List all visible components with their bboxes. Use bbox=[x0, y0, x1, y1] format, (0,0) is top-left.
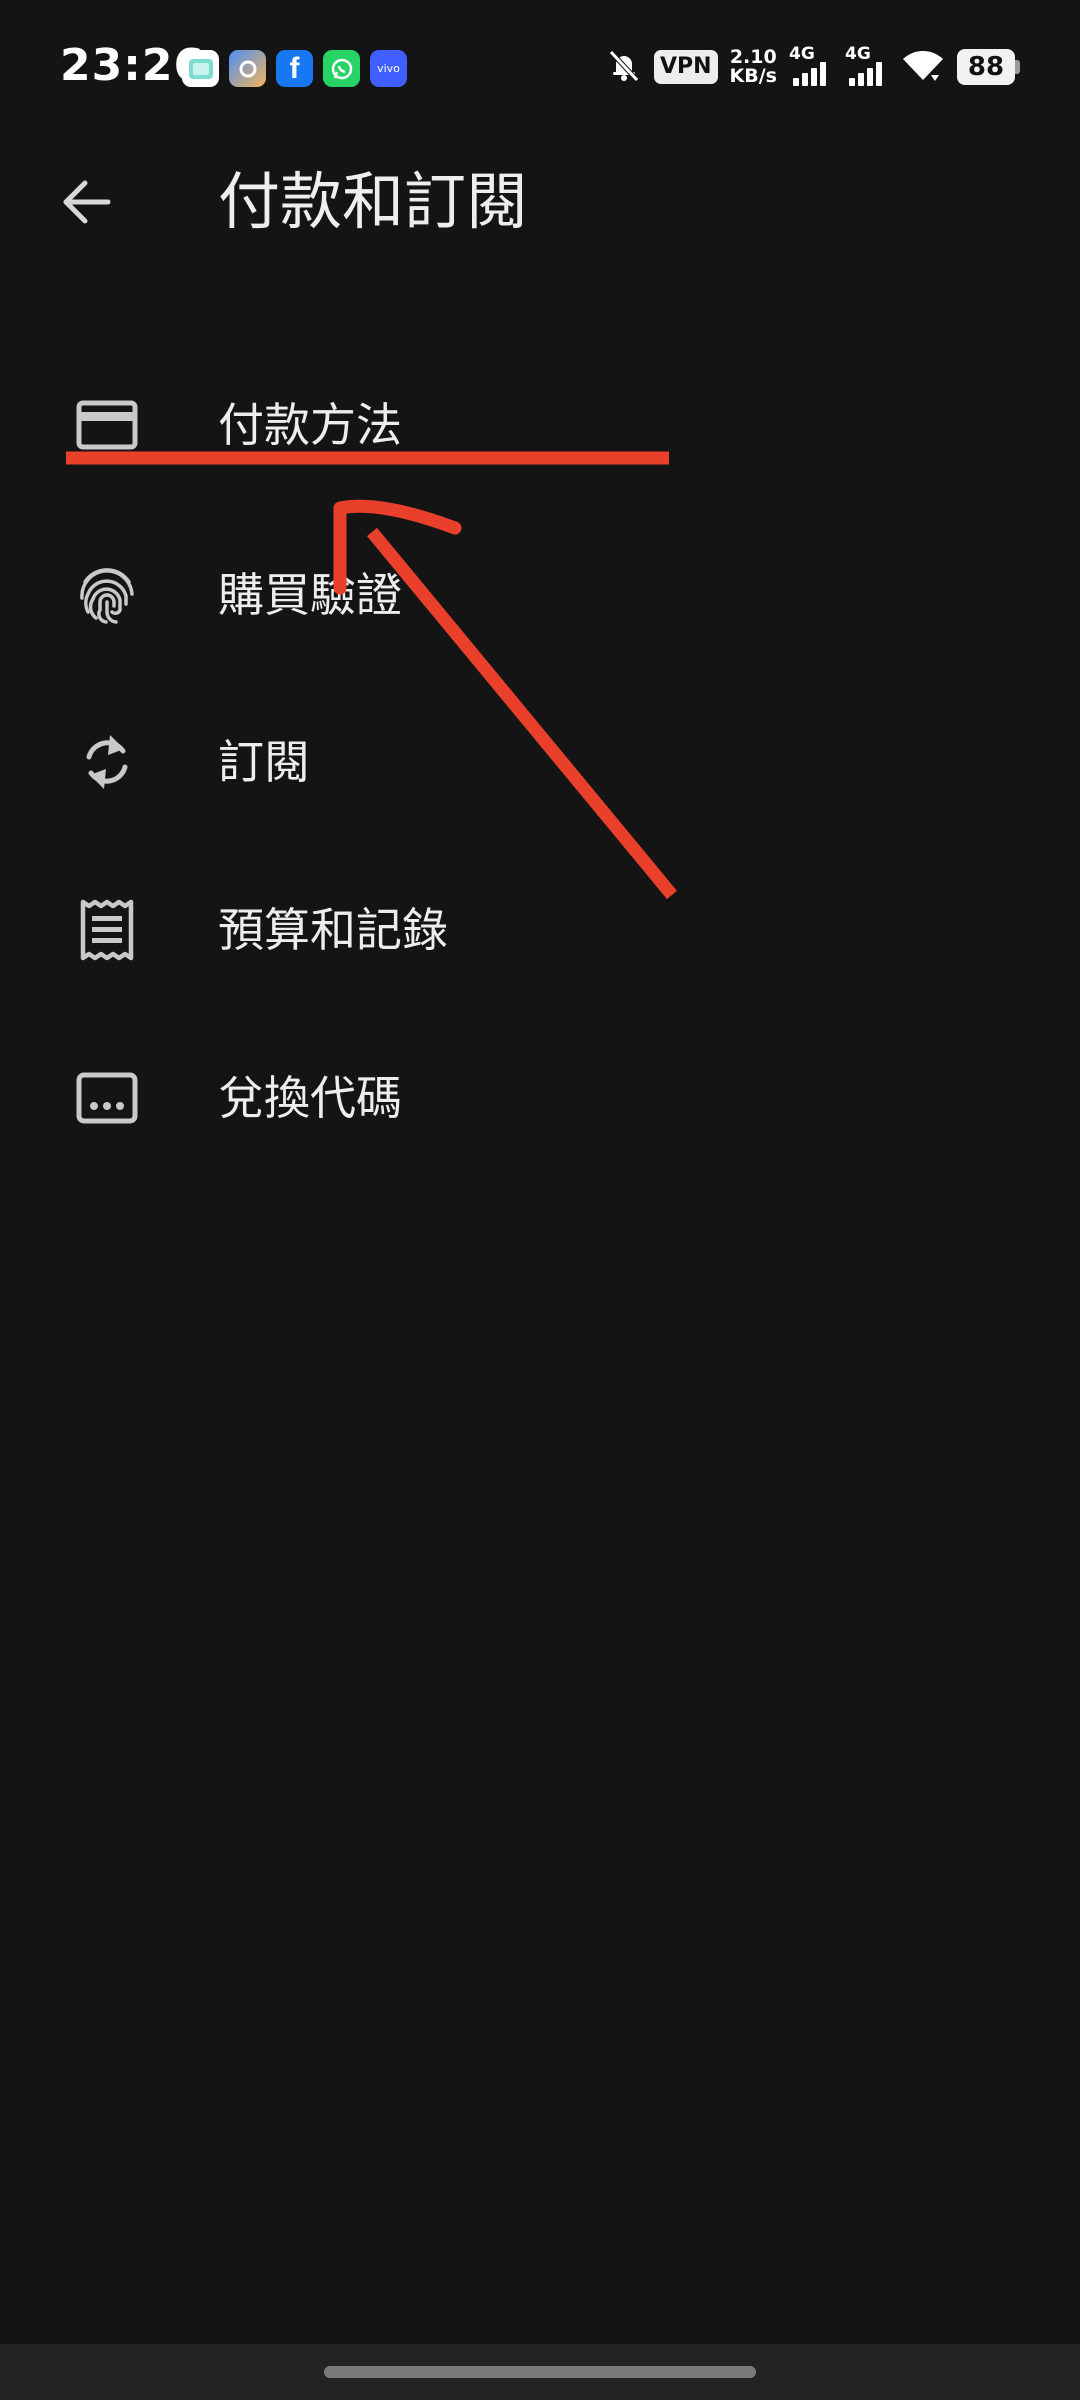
menu-item-budget-history[interactable]: 預算和記錄 bbox=[0, 850, 1080, 1010]
navigation-bar bbox=[0, 2344, 1080, 2400]
menu-item-label: 付款方法 bbox=[218, 398, 402, 452]
battery-icon: 88 bbox=[957, 49, 1020, 85]
facebook-icon: f bbox=[276, 50, 313, 87]
speed-unit: KB/s bbox=[729, 65, 777, 87]
mute-bell-icon bbox=[606, 47, 642, 87]
whatsapp-icon bbox=[323, 50, 360, 87]
menu-item-label: 兌換代碼 bbox=[218, 1071, 402, 1125]
battery-tip bbox=[1015, 60, 1020, 74]
page-title: 付款和訂閱 bbox=[218, 165, 529, 238]
facebook-letter: f bbox=[289, 51, 300, 85]
vpn-badge: VPN bbox=[653, 50, 718, 84]
back-button[interactable] bbox=[50, 168, 122, 240]
notification-icons: f vivo bbox=[182, 50, 407, 87]
network-type-label: 4G bbox=[789, 44, 815, 64]
signal-icon-sim1: 4G bbox=[789, 44, 833, 90]
menu-item-purchase-verification[interactable]: 購買驗證 bbox=[0, 515, 1080, 675]
gallery-icon bbox=[182, 50, 219, 87]
battery-level: 88 bbox=[957, 49, 1015, 85]
wifi-icon bbox=[901, 47, 945, 87]
sync-icon bbox=[72, 727, 142, 797]
fingerprint-icon bbox=[72, 560, 142, 630]
menu-item-label: 訂閱 bbox=[218, 735, 310, 789]
menu-item-label: 購買驗證 bbox=[218, 568, 402, 622]
vivo-icon: vivo bbox=[370, 50, 407, 87]
network-type-label: 4G bbox=[845, 44, 871, 64]
menu-item-label: 預算和記錄 bbox=[218, 903, 448, 957]
assistant-icon bbox=[229, 50, 266, 87]
signal-icon-sim2: 4G bbox=[845, 44, 889, 90]
redeem-code-icon bbox=[72, 1063, 142, 1133]
menu-item-redeem-code[interactable]: 兌換代碼 bbox=[0, 1018, 1080, 1178]
network-speed: 2.10 KB/s bbox=[730, 48, 777, 86]
receipt-icon bbox=[72, 895, 142, 965]
status-bar: 23:26 f vivo VPN 2.10 KB/s 4G 4G 88 bbox=[0, 0, 1080, 135]
vivo-label: vivo bbox=[377, 62, 400, 75]
home-gesture-handle[interactable] bbox=[324, 2366, 756, 2378]
menu-item-subscriptions[interactable]: 訂閱 bbox=[0, 682, 1080, 842]
back-arrow-icon bbox=[58, 174, 114, 234]
system-status: VPN 2.10 KB/s 4G 4G 88 bbox=[606, 44, 1020, 90]
menu-item-payment-methods[interactable]: 付款方法 bbox=[0, 345, 1080, 505]
credit-card-icon bbox=[72, 390, 142, 460]
